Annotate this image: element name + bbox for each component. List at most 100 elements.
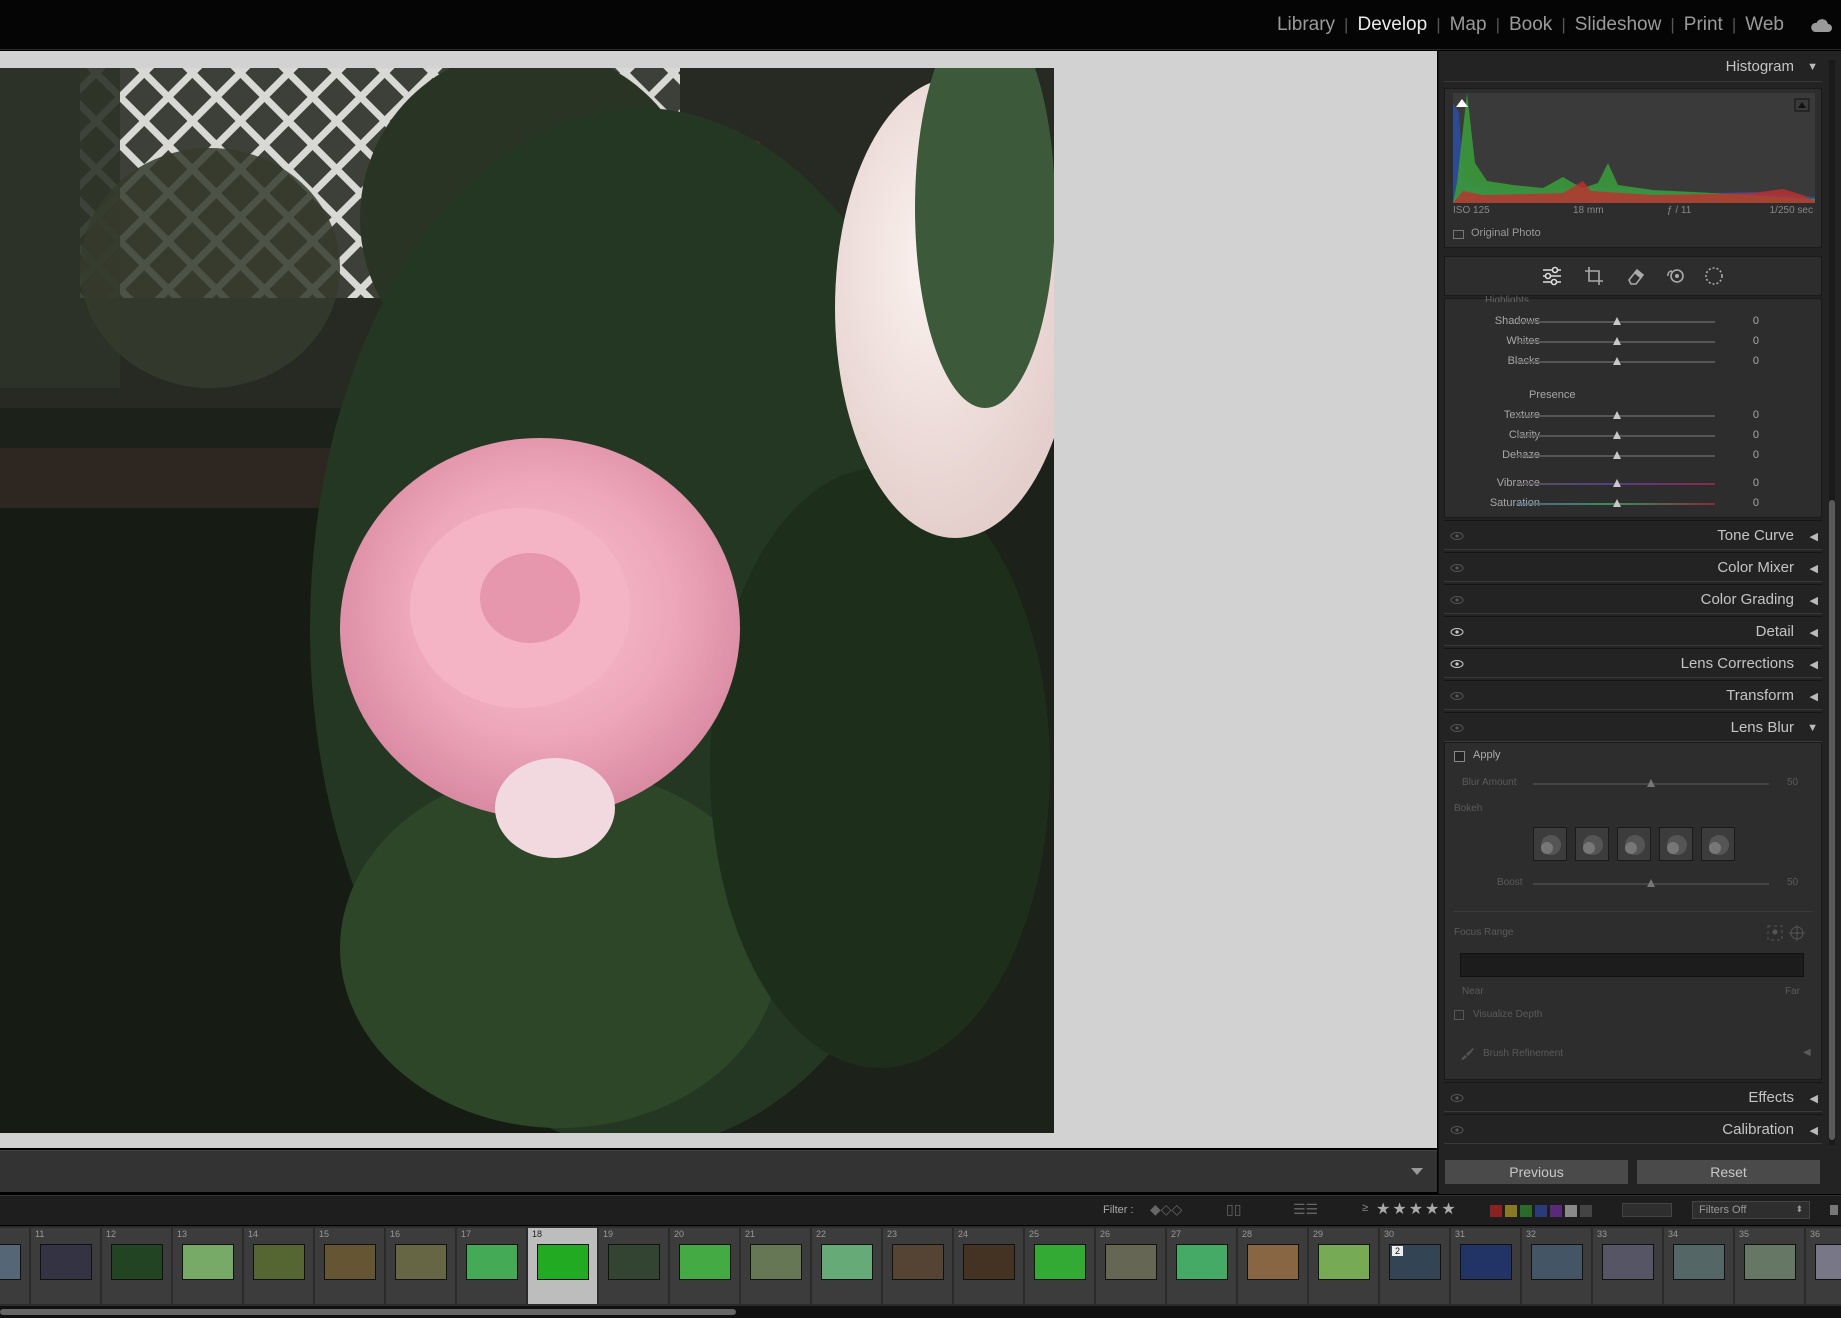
whites-value[interactable]: 0: [1739, 335, 1759, 347]
ring-bokeh-button[interactable]: [1659, 827, 1693, 861]
subject-focus-icon[interactable]: [1767, 925, 1783, 941]
lens-blur-header[interactable]: Lens Blur ▼: [1444, 712, 1822, 742]
custom-label-swatch[interactable]: [1565, 1205, 1577, 1217]
histogram-graph[interactable]: [1453, 93, 1815, 203]
module-web[interactable]: Web: [1736, 14, 1793, 36]
dehaze-thumb[interactable]: [1613, 451, 1621, 459]
filmstrip-thumbnail[interactable]: 14: [244, 1228, 314, 1304]
cat-eye-bokeh-button[interactable]: [1701, 827, 1735, 861]
filmstrip-thumbnail[interactable]: 24: [954, 1228, 1024, 1304]
filmstrip-thumbnail[interactable]: 16: [386, 1228, 456, 1304]
filmstrip-thumbnail[interactable]: 28: [1238, 1228, 1308, 1304]
vibrance-thumb[interactable]: [1613, 479, 1621, 487]
visualize-depth-checkbox[interactable]: [1454, 1010, 1464, 1020]
filmstrip-thumbnail[interactable]: 31: [1451, 1228, 1521, 1304]
filmstrip-thumbnail[interactable]: 33: [1593, 1228, 1663, 1304]
filmstrip-scroll-thumb[interactable]: [0, 1309, 736, 1315]
color-mixer-header[interactable]: Color Mixer ◀: [1444, 552, 1822, 582]
color-label-filter[interactable]: [1490, 1205, 1592, 1217]
filmstrip-thumbnail[interactable]: 35: [1735, 1228, 1805, 1304]
eye-icon[interactable]: [1450, 691, 1464, 701]
filmstrip-thumbnail[interactable]: 13: [173, 1228, 243, 1304]
color-grading-header[interactable]: Color Grading ◀: [1444, 584, 1822, 614]
filmstrip-thumbnail[interactable]: 17: [457, 1228, 527, 1304]
eye-icon[interactable]: [1450, 531, 1464, 541]
saturation-thumb[interactable]: [1613, 499, 1621, 507]
healing-eraser-icon[interactable]: [1625, 265, 1647, 287]
texture-value[interactable]: 0: [1739, 409, 1759, 421]
saturation-value[interactable]: 0: [1739, 497, 1759, 509]
module-book[interactable]: Book: [1500, 14, 1561, 36]
boost-thumb[interactable]: [1647, 879, 1655, 887]
blade-bokeh-button[interactable]: [1617, 827, 1651, 861]
filmstrip-thumbnail[interactable]: 36: [1806, 1228, 1841, 1304]
panel-scroll-thumb[interactable]: [1829, 500, 1835, 1140]
blacks-value[interactable]: 0: [1739, 355, 1759, 367]
blue-label-swatch[interactable]: [1535, 1205, 1547, 1217]
filmstrip-thumbnail[interactable]: 21: [741, 1228, 811, 1304]
edit-filter-icons[interactable]: ☰☰: [1293, 1201, 1318, 1218]
purple-label-swatch[interactable]: [1550, 1205, 1562, 1217]
toolbar-menu-chevron-icon[interactable]: [1409, 1165, 1425, 1177]
filmstrip-thumbnail[interactable]: 12: [102, 1228, 172, 1304]
eye-icon[interactable]: [1450, 1125, 1464, 1135]
histogram-header[interactable]: Histogram ▼: [1444, 52, 1822, 82]
green-label-swatch[interactable]: [1520, 1205, 1532, 1217]
blacks-thumb[interactable]: [1613, 357, 1621, 365]
flag-filter-icons[interactable]: ◆◇◇: [1150, 1201, 1182, 1218]
filter-preset-select[interactable]: Filters Off ⬍: [1692, 1201, 1810, 1219]
module-print[interactable]: Print: [1675, 14, 1732, 36]
clarity-thumb[interactable]: [1613, 431, 1621, 439]
eye-icon[interactable]: [1450, 627, 1464, 637]
filmstrip-thumbnail[interactable]: 34: [1664, 1228, 1734, 1304]
texture-thumb[interactable]: [1613, 411, 1621, 419]
eye-icon[interactable]: [1450, 563, 1464, 573]
focus-range-bar[interactable]: [1460, 953, 1804, 977]
shadows-thumb[interactable]: [1613, 317, 1621, 325]
filmstrip-thumbnail[interactable]: 29: [1309, 1228, 1379, 1304]
filmstrip-thumbnail[interactable]: 22: [812, 1228, 882, 1304]
filmstrip-thumbnail[interactable]: 20: [670, 1228, 740, 1304]
eye-icon[interactable]: [1450, 1093, 1464, 1103]
rating-comparator[interactable]: ≥: [1362, 1202, 1368, 1214]
cloud-sync-icon[interactable]: [1809, 17, 1833, 33]
brush-icon[interactable]: [1459, 1047, 1475, 1061]
filmstrip-thumbnail[interactable]: 18: [528, 1228, 598, 1304]
filmstrip-thumbnail[interactable]: [0, 1228, 30, 1304]
calibration-header[interactable]: Calibration ◀: [1444, 1114, 1822, 1144]
yellow-label-swatch[interactable]: [1505, 1205, 1517, 1217]
copy-filter-icons[interactable]: ▯▯: [1226, 1201, 1241, 1218]
vibrance-value[interactable]: 0: [1739, 477, 1759, 489]
brush-refinement-expand-icon[interactable]: ◀: [1803, 1047, 1811, 1058]
module-library[interactable]: Library: [1268, 14, 1344, 36]
point-focus-icon[interactable]: [1789, 925, 1805, 941]
detail-header[interactable]: Detail ◀: [1444, 616, 1822, 646]
lens-corrections-header[interactable]: Lens Corrections ◀: [1444, 648, 1822, 678]
bubble-bokeh-button[interactable]: [1575, 827, 1609, 861]
dehaze-value[interactable]: 0: [1739, 449, 1759, 461]
edit-sliders-icon[interactable]: [1541, 265, 1563, 287]
effects-header[interactable]: Effects ◀: [1444, 1082, 1822, 1112]
filmstrip-thumbnail[interactable]: 19: [599, 1228, 669, 1304]
shadows-value[interactable]: 0: [1739, 315, 1759, 327]
eye-icon[interactable]: [1450, 659, 1464, 669]
filmstrip-thumbnail[interactable]: 15: [315, 1228, 385, 1304]
reset-button[interactable]: Reset: [1636, 1159, 1821, 1185]
eye-icon[interactable]: [1450, 595, 1464, 605]
filter-lock-icon[interactable]: [1830, 1205, 1838, 1215]
filmstrip-thumbnail[interactable]: 32: [1522, 1228, 1592, 1304]
module-slideshow[interactable]: Slideshow: [1566, 14, 1671, 36]
filmstrip-thumbnail[interactable]: 27: [1167, 1228, 1237, 1304]
red-eye-icon[interactable]: [1665, 265, 1687, 287]
transform-header[interactable]: Transform ◀: [1444, 680, 1822, 710]
circle-bokeh-button[interactable]: [1533, 827, 1567, 861]
filmstrip-thumbnail[interactable]: 11: [31, 1228, 101, 1304]
kind-filter-icons[interactable]: [1622, 1203, 1672, 1217]
panel-scrollbar[interactable]: [1829, 60, 1835, 1145]
whites-thumb[interactable]: [1613, 337, 1621, 345]
clarity-value[interactable]: 0: [1739, 429, 1759, 441]
tone-curve-header[interactable]: Tone Curve ◀: [1444, 520, 1822, 550]
rating-stars-icon[interactable]: ★★★★★: [1376, 1199, 1458, 1219]
masking-icon[interactable]: [1703, 265, 1725, 287]
module-develop[interactable]: Develop: [1348, 14, 1436, 36]
